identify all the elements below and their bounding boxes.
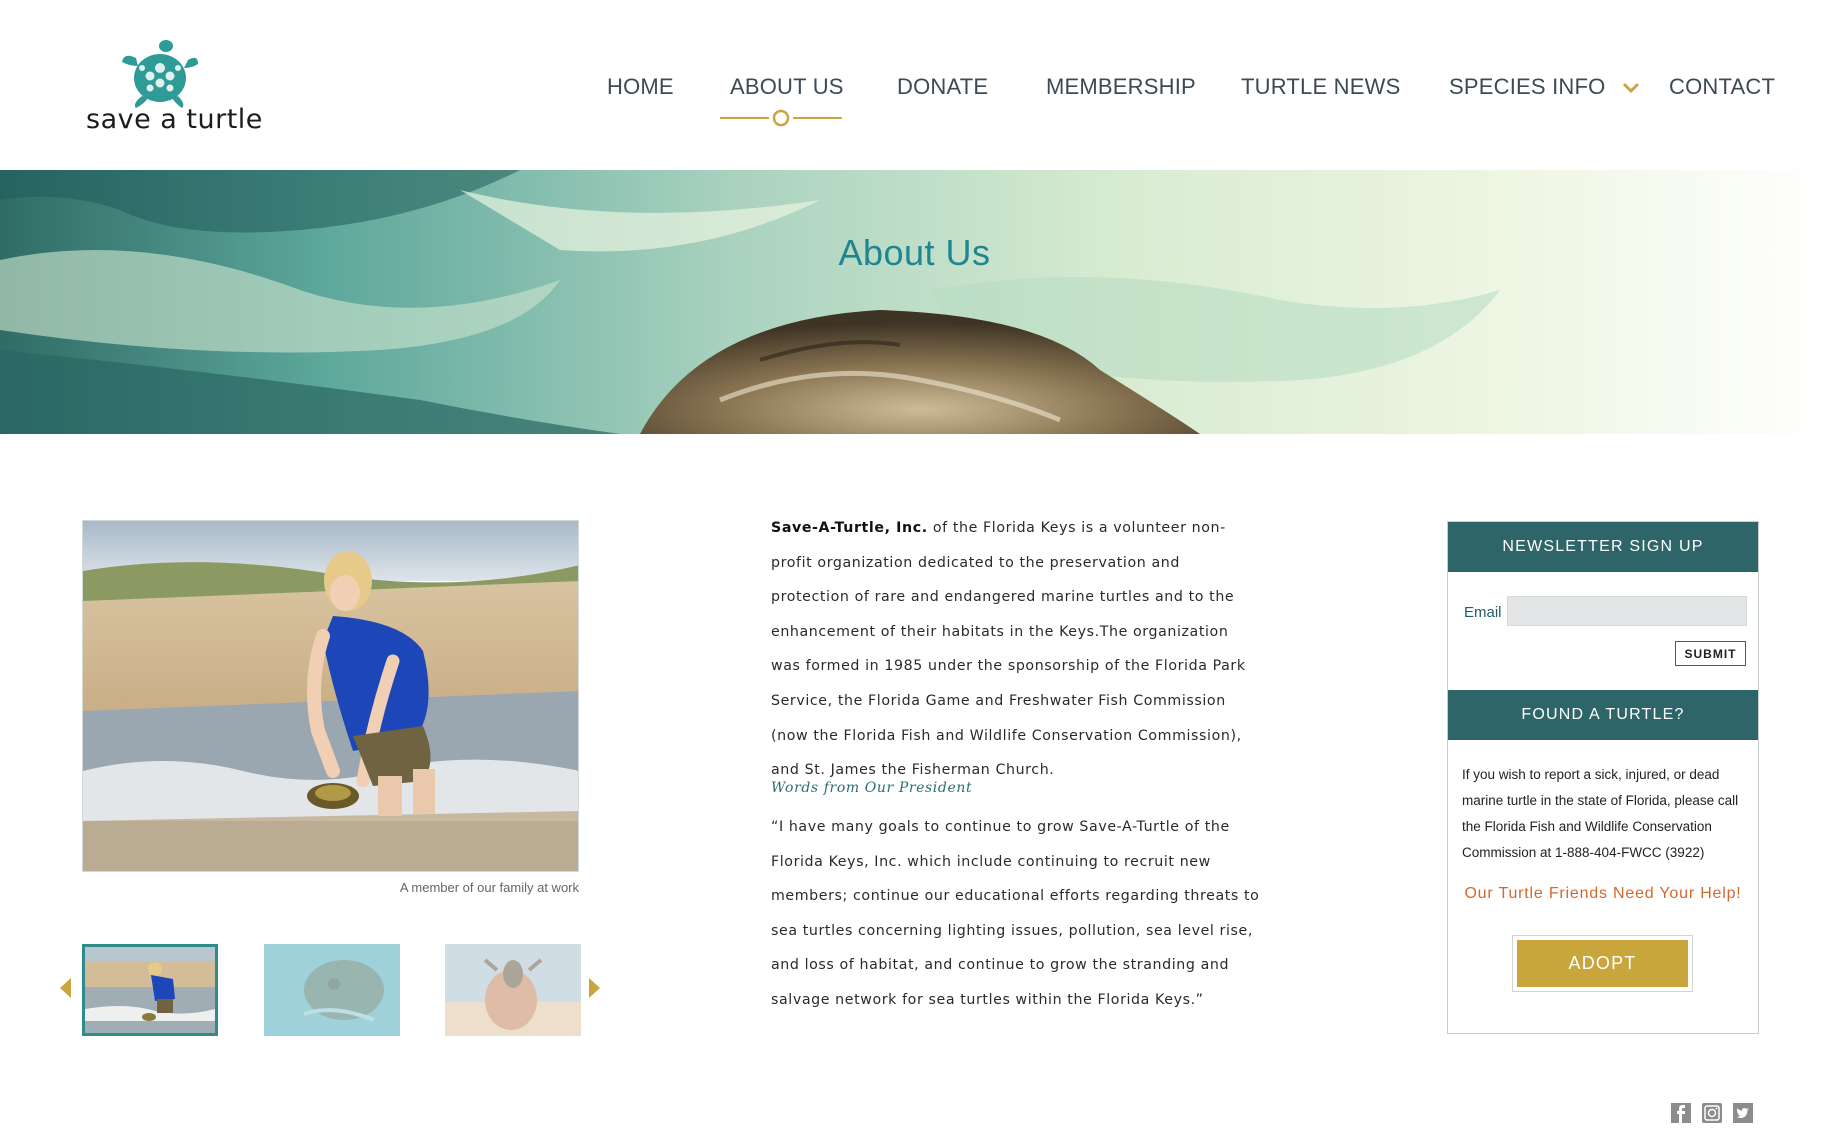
gallery-caption: A member of our family at work [399, 880, 579, 895]
nav-donate[interactable]: DONATE [897, 74, 988, 100]
gallery-main-image [82, 520, 579, 872]
org-name: Save-A-Turtle, Inc. [771, 520, 928, 536]
nav-membership[interactable]: MEMBERSHIP [1046, 74, 1196, 100]
gallery-thumbnail[interactable] [445, 944, 581, 1036]
president-heading: Words from Our President [771, 780, 973, 796]
adopt-button[interactable]: ADOPT [1517, 940, 1688, 987]
twitter-icon[interactable] [1733, 1103, 1753, 1123]
newsletter-heading: NEWSLETTER SIGN UP [1448, 522, 1758, 572]
found-turtle-heading: FOUND A TURTLE? [1448, 690, 1758, 740]
site-logo[interactable]: save a turtle [86, 38, 262, 138]
found-turtle-text: If you wish to report a sick, injured, o… [1462, 767, 1739, 860]
main-nav: HOME ABOUT US DONATE MEMBERSHIP TURTLE N… [600, 70, 1775, 130]
about-intro-text: of the Florida Keys is a volunteer non-p… [771, 520, 1246, 779]
facebook-icon[interactable] [1671, 1103, 1691, 1123]
nav-home[interactable]: HOME [607, 74, 674, 100]
help-text: Our Turtle Friends Need Your Help! [1464, 885, 1742, 902]
page-title: About Us [838, 232, 991, 273]
submit-button[interactable]: SUBMIT [1675, 641, 1746, 666]
instagram-icon[interactable] [1702, 1103, 1722, 1123]
president-quote: “I have many goals to continue to grow S… [771, 819, 1260, 1008]
gallery-next-arrow[interactable] [589, 978, 600, 998]
nav-active-indicator [720, 109, 842, 127]
site-header: save a turtle HOME ABOUT US DONATE MEMBE… [0, 0, 1829, 170]
logo-text: save a turtle [86, 104, 263, 135]
turtle-logo-icon [122, 40, 198, 108]
sidebar: NEWSLETTER SIGN UP Email SUBMIT FOUND A … [1447, 521, 1759, 1034]
nav-about-us[interactable]: ABOUT US [730, 74, 844, 100]
email-field[interactable] [1507, 596, 1747, 626]
about-intro-paragraph: Save-A-Turtle, Inc. of the Florida Keys … [771, 511, 1261, 788]
email-label: Email [1464, 604, 1502, 621]
hero-banner: About Us [0, 170, 1829, 434]
nav-species-info[interactable]: SPECIES INFO [1449, 74, 1640, 100]
nav-turtle-news[interactable]: TURTLE NEWS [1241, 74, 1400, 100]
nav-contact[interactable]: CONTACT [1669, 74, 1775, 100]
adopt-button-frame: ADOPT [1512, 935, 1693, 992]
volunteer-releasing-turtle-image [83, 521, 578, 871]
chevron-down-icon [1622, 83, 1639, 94]
hero-background-image [0, 170, 1829, 434]
gallery-prev-arrow[interactable] [60, 978, 71, 998]
thumbnail-hatchling-in-hand-image [445, 944, 581, 1036]
gallery-thumbnail[interactable] [82, 944, 218, 1036]
gallery-thumbnail[interactable] [264, 944, 400, 1036]
social-links [1671, 1103, 1761, 1125]
thumbnail-turtle-closeup-image [264, 944, 400, 1036]
thumbnail-volunteer-image [85, 947, 215, 1033]
nav-species-info-label: SPECIES INFO [1449, 74, 1606, 99]
